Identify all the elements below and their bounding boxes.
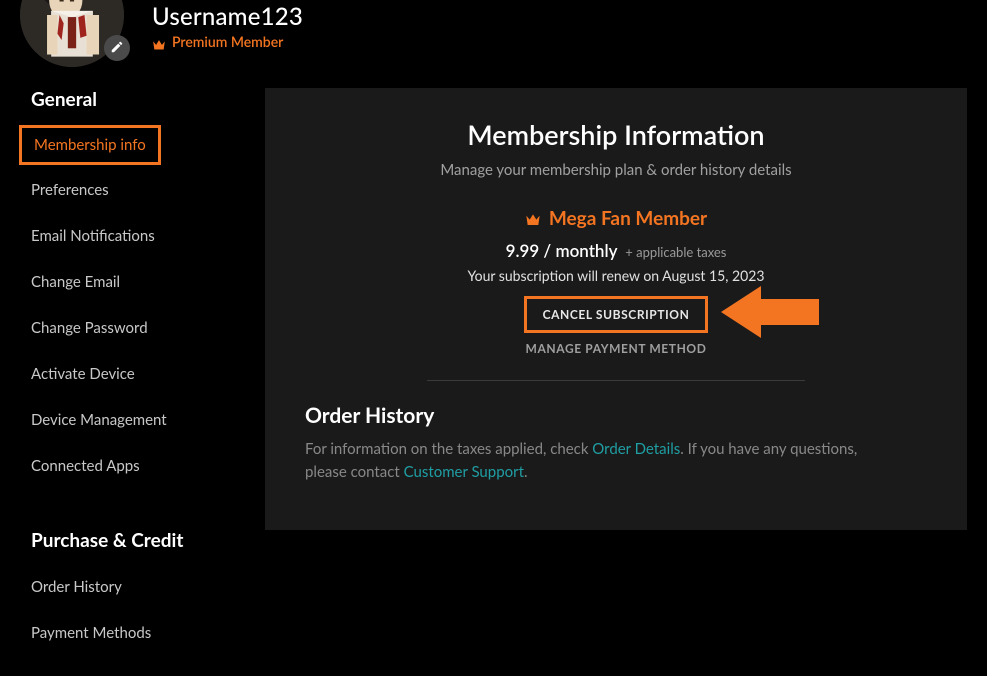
user-meta: Username123 Premium Member <box>152 2 303 50</box>
sidebar-item-payment-methods[interactable]: Payment Methods <box>31 614 151 652</box>
price-value: 9.99 / monthly <box>506 240 617 261</box>
plan-line: Mega Fan Member <box>265 207 967 230</box>
order-text-part1: For information on the taxes applied, ch… <box>305 440 592 458</box>
sidebar-item-change-password[interactable]: Change Password <box>31 309 148 347</box>
username: Username123 <box>152 2 303 31</box>
premium-badge: Premium Member <box>172 33 283 50</box>
sidebar-item-change-email[interactable]: Change Email <box>31 263 120 301</box>
customer-support-link[interactable]: Customer Support <box>404 463 524 481</box>
page-subtitle: Manage your membership plan & order hist… <box>265 161 967 179</box>
order-text-part3: . <box>524 463 528 481</box>
tax-note: + applicable taxes <box>625 244 726 260</box>
sidebar-item-email-notifications[interactable]: Email Notifications <box>31 217 155 255</box>
callout-arrow-icon <box>721 283 819 341</box>
pencil-icon <box>110 39 124 58</box>
sidebar-item-connected-apps[interactable]: Connected Apps <box>31 447 140 485</box>
sidebar-item-preferences[interactable]: Preferences <box>31 171 109 209</box>
sidebar: General Membership info Preferences Emai… <box>20 70 265 660</box>
plan-name: Mega Fan Member <box>549 207 707 230</box>
sidebar-section-purchase: Purchase & Credit <box>31 529 265 552</box>
crown-icon <box>152 36 166 48</box>
content-panel: Membership Information Manage your membe… <box>265 88 967 530</box>
sidebar-item-device-management[interactable]: Device Management <box>31 401 167 439</box>
profile-header: Username123 Premium Member <box>0 0 987 70</box>
order-details-link[interactable]: Order Details <box>592 440 680 458</box>
crown-icon <box>525 212 541 226</box>
sidebar-item-activate-device[interactable]: Activate Device <box>31 355 135 393</box>
cancel-subscription-button[interactable]: CANCEL SUBSCRIPTION <box>524 296 709 333</box>
sidebar-item-order-history[interactable]: Order History <box>31 568 122 606</box>
manage-payment-button[interactable]: MANAGE PAYMENT METHOD <box>265 341 967 356</box>
divider <box>427 380 805 381</box>
order-history-section: Order History For information on the tax… <box>265 403 865 483</box>
price-line: 9.99 / monthly + applicable taxes <box>265 240 967 261</box>
sidebar-section-general: General <box>31 88 265 111</box>
avatar-container <box>20 0 128 67</box>
renewal-text: Your subscription will renew on August 1… <box>265 267 967 284</box>
order-history-title: Order History <box>305 403 865 428</box>
edit-avatar-button[interactable] <box>104 35 130 61</box>
sidebar-item-membership-info[interactable]: Membership info <box>19 125 161 165</box>
order-history-text: For information on the taxes applied, ch… <box>305 438 865 483</box>
page-title: Membership Information <box>265 118 967 151</box>
